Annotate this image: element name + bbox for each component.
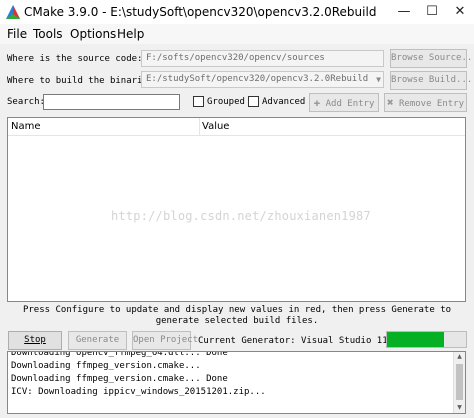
menu-help[interactable]: Help xyxy=(117,26,144,42)
menu-options[interactable]: Options xyxy=(70,26,116,42)
watermark-text: http://blog.csdn.net/zhouxianen1987 xyxy=(111,209,371,223)
stop-button[interactable]: Stop xyxy=(8,331,62,350)
grouped-checkbox[interactable] xyxy=(193,96,204,107)
remove-entry-label: Remove Entry xyxy=(399,99,465,109)
progress-fill xyxy=(387,332,444,347)
chevron-down-icon[interactable]: ▼ xyxy=(376,72,381,87)
menu-file[interactable]: File xyxy=(7,26,27,42)
source-path-field[interactable]: F:/softs/opencv320/opencv/sources xyxy=(141,50,384,67)
open-project-button[interactable]: Open Project xyxy=(132,331,198,350)
scroll-down-icon[interactable]: ▼ xyxy=(454,403,465,413)
output-line: Downloading ffmpeg_version.cmake... xyxy=(11,361,201,371)
current-generator-label: Current Generator: Visual Studio 11 2012 xyxy=(198,336,415,346)
info-text: Press Configure to update and display ne… xyxy=(22,305,452,326)
stop-label: Stop xyxy=(24,335,46,345)
binaries-path-value: E:/studySoft/opencv320/opencv3.2.0Rebuil… xyxy=(146,74,369,84)
menu-tools[interactable]: Tools xyxy=(33,26,63,42)
title-bar: CMake 3.9.0 - E:\studySoft\opencv320\ope… xyxy=(0,0,474,24)
column-divider[interactable] xyxy=(199,118,200,136)
x-icon: ✖ xyxy=(386,96,394,109)
menu-bar: File Tools Options Help xyxy=(0,24,474,44)
search-label: Search: xyxy=(7,97,45,107)
cache-table[interactable]: Name Value http://blog.csdn.net/zhouxian… xyxy=(7,117,466,302)
remove-entry-button[interactable]: ✖ Remove Entry xyxy=(384,93,467,112)
column-name-header[interactable]: Name xyxy=(11,121,41,133)
maximize-button[interactable]: ☐ xyxy=(418,0,446,24)
window-title: CMake 3.9.0 - E:\studySoft\opencv320\ope… xyxy=(24,5,377,19)
plus-icon: ✚ xyxy=(313,96,321,109)
progress-bar xyxy=(386,331,467,348)
binaries-path-combo[interactable]: E:/studySoft/opencv320/opencv3.2.0Rebuil… xyxy=(141,71,384,88)
table-header: Name Value xyxy=(8,118,465,136)
close-button[interactable]: ✕ xyxy=(446,0,474,24)
search-input[interactable] xyxy=(43,94,180,110)
grouped-label: Grouped xyxy=(207,97,245,107)
output-line: ICV: Downloading ippicv_windows_20151201… xyxy=(11,387,266,397)
add-entry-label: Add Entry xyxy=(325,99,375,109)
browse-source-button[interactable]: Browse Source... xyxy=(390,49,474,68)
binaries-label: Where to build the binaries: xyxy=(7,76,159,86)
generate-button[interactable]: Generate xyxy=(68,331,127,350)
output-line: Downloading ffmpeg_version.cmake... Done xyxy=(11,374,228,384)
scroll-thumb[interactable] xyxy=(456,364,463,400)
output-log[interactable]: Downloading opencv_ffmpeg_64.dll... Done… xyxy=(7,351,466,414)
minimize-button[interactable]: — xyxy=(390,0,418,24)
scroll-up-icon[interactable]: ▲ xyxy=(454,352,465,362)
output-scrollbar[interactable]: ▲ ▼ xyxy=(453,352,465,413)
advanced-checkbox[interactable] xyxy=(248,96,259,107)
source-label: Where is the source code: xyxy=(7,54,143,64)
cmake-app-icon xyxy=(6,5,20,19)
browse-build-button[interactable]: Browse Build... xyxy=(390,71,472,90)
source-path-value: F:/softs/opencv320/opencv/sources xyxy=(146,53,325,63)
add-entry-button[interactable]: ✚ Add Entry xyxy=(309,93,379,112)
advanced-label: Advanced xyxy=(262,97,306,107)
output-line: Downloading opencv_ffmpeg_64.dll... Done xyxy=(11,351,228,358)
column-value-header[interactable]: Value xyxy=(202,121,229,133)
